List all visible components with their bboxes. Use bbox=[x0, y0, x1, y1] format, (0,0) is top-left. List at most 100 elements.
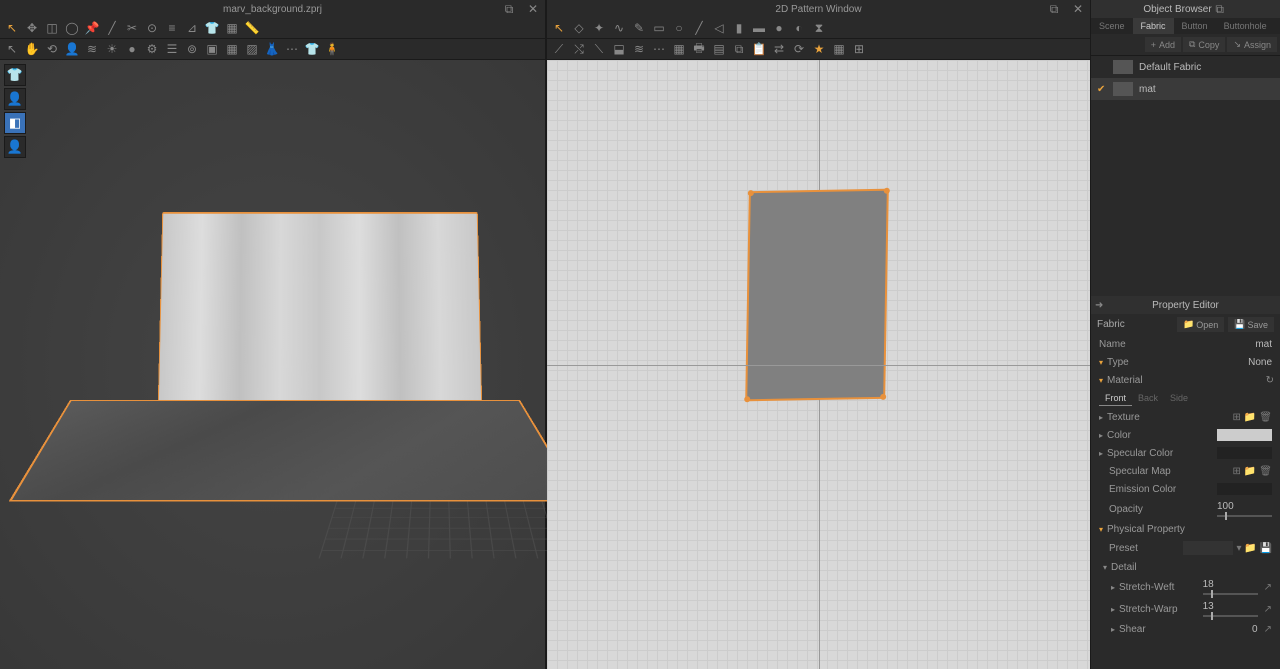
color-row[interactable]: Color bbox=[1091, 426, 1280, 444]
grid-icon[interactable]: ⊞ bbox=[1232, 466, 1240, 477]
key-icon[interactable]: ↗ bbox=[1264, 624, 1272, 635]
grid-icon[interactable]: ▦ bbox=[831, 41, 847, 57]
select-icon[interactable]: ↖ bbox=[551, 20, 567, 36]
folder-icon[interactable]: 📁 bbox=[1244, 466, 1256, 477]
rotate90-icon[interactable]: ⟳ bbox=[791, 41, 807, 57]
snap-icon[interactable]: ⊞ bbox=[851, 41, 867, 57]
stretch-weft-row[interactable]: Stretch-Weft 18 ↗ bbox=[1091, 576, 1280, 598]
move-icon[interactable]: ✥ bbox=[24, 20, 40, 36]
arrangement-tool-icon[interactable]: ◧ bbox=[4, 112, 26, 134]
circle-icon[interactable]: ○ bbox=[671, 20, 687, 36]
cloth-floor[interactable] bbox=[9, 400, 582, 502]
symmetry-icon[interactable]: ⧗ bbox=[811, 20, 827, 36]
trash-icon[interactable]: 🗑 bbox=[1259, 466, 1272, 477]
hair-icon[interactable]: ☀ bbox=[104, 41, 120, 57]
add-button[interactable]: +Add bbox=[1145, 37, 1181, 52]
layer-icon[interactable]: ▦ bbox=[224, 20, 240, 36]
stretch-warp-value[interactable]: 13 bbox=[1203, 601, 1214, 612]
pattern-piece[interactable] bbox=[745, 189, 889, 402]
texture-icon[interactable]: ▨ bbox=[244, 41, 260, 57]
tack-icon[interactable]: ⊙ bbox=[144, 20, 160, 36]
shirt-tool-icon[interactable]: 👕 bbox=[4, 64, 26, 86]
shear-value[interactable]: 0 bbox=[1252, 624, 1258, 635]
segment-sew-icon[interactable]: ⟍ bbox=[591, 41, 607, 57]
measure-icon[interactable]: 📏 bbox=[244, 20, 260, 36]
arrow-icon[interactable]: ↖ bbox=[4, 41, 20, 57]
dress-icon[interactable]: 👗 bbox=[264, 41, 280, 57]
rotate-icon[interactable]: ⟲ bbox=[44, 41, 60, 57]
grid-icon[interactable]: ⊞ bbox=[1232, 412, 1240, 423]
print-icon[interactable]: 🖶 bbox=[691, 41, 707, 57]
tab-side[interactable]: Side bbox=[1164, 391, 1194, 406]
key-icon[interactable]: ↗ bbox=[1264, 604, 1272, 615]
tab-scene[interactable]: Scene bbox=[1091, 18, 1133, 34]
list-item[interactable]: ✔ mat bbox=[1091, 78, 1280, 100]
curve-icon[interactable]: ∿ bbox=[611, 20, 627, 36]
canvas-2d[interactable] bbox=[547, 60, 1090, 669]
render-icon[interactable]: ▣ bbox=[204, 41, 220, 57]
tape-icon[interactable]: ≡ bbox=[164, 20, 180, 36]
cloth-backdrop[interactable] bbox=[158, 212, 483, 411]
pen-icon[interactable]: ✎ bbox=[631, 20, 647, 36]
wind-icon[interactable]: ≋ bbox=[84, 41, 100, 57]
arrange-icon[interactable]: ▤ bbox=[711, 41, 727, 57]
iron-icon[interactable]: ⬓ bbox=[611, 41, 627, 57]
stretch-warp-row[interactable]: Stretch-Warp 13 ↗ bbox=[1091, 598, 1280, 620]
internal-line-icon[interactable]: ╱ bbox=[691, 20, 707, 36]
stretch-weft-value[interactable]: 18 bbox=[1203, 579, 1214, 590]
trash-icon[interactable]: 🗑 bbox=[1259, 412, 1272, 423]
fabric-icon[interactable]: ▦ bbox=[671, 41, 687, 57]
body-icon[interactable]: 🧍 bbox=[324, 41, 340, 57]
emission-color-swatch[interactable] bbox=[1217, 483, 1272, 495]
vertex-point[interactable] bbox=[748, 190, 754, 196]
fill-icon[interactable]: ● bbox=[771, 20, 787, 36]
skin-tool-icon[interactable]: 👤 bbox=[4, 136, 26, 158]
copy-button[interactable]: ⧉Copy bbox=[1183, 37, 1225, 52]
vertex-point[interactable] bbox=[880, 394, 886, 400]
list-item[interactable]: Default Fabric bbox=[1091, 56, 1280, 78]
physical-property-section[interactable]: Physical Property bbox=[1091, 520, 1280, 538]
opacity-slider[interactable] bbox=[1217, 515, 1272, 517]
edit-point-icon[interactable]: ◇ bbox=[571, 20, 587, 36]
hand-icon[interactable]: ✋ bbox=[24, 41, 40, 57]
window-close-icon[interactable]: ✕ bbox=[525, 1, 541, 17]
bars-icon[interactable]: ☰ bbox=[164, 41, 180, 57]
material-section[interactable]: Material ↻ bbox=[1091, 371, 1280, 389]
arrow-right-icon[interactable]: ➜ bbox=[1095, 300, 1103, 311]
copy-icon[interactable]: ⧉ bbox=[731, 41, 747, 57]
topstitch-icon[interactable]: ⋯ bbox=[651, 41, 667, 57]
steam-icon[interactable]: ≋ bbox=[631, 41, 647, 57]
type-row[interactable]: Type None bbox=[1091, 353, 1280, 371]
sync-icon[interactable]: ★ bbox=[811, 41, 827, 57]
mesh-icon[interactable]: ▦ bbox=[224, 41, 240, 57]
sphere-icon[interactable]: ● bbox=[124, 41, 140, 57]
trace-icon[interactable]: ◐ bbox=[791, 20, 807, 36]
cut-icon[interactable]: ✂ bbox=[124, 20, 140, 36]
panel-menu-icon[interactable]: ⧉ bbox=[1212, 1, 1228, 17]
window-pop-icon[interactable]: ⧉ bbox=[501, 1, 517, 17]
window-close-icon[interactable]: ✕ bbox=[1070, 1, 1086, 17]
name-value[interactable]: mat bbox=[1255, 339, 1272, 350]
specular-color-row[interactable]: Specular Color bbox=[1091, 444, 1280, 462]
pin-icon[interactable]: 📌 bbox=[84, 20, 100, 36]
stretch-weft-slider[interactable] bbox=[1203, 593, 1258, 595]
opacity-value[interactable]: 100 bbox=[1217, 501, 1234, 512]
cursor-icon[interactable]: ↖ bbox=[4, 20, 20, 36]
texture-row[interactable]: Texture ⊞📁🗑 bbox=[1091, 408, 1280, 426]
tab-buttonhole[interactable]: Buttonhole bbox=[1216, 18, 1275, 34]
dart-icon[interactable]: ◁ bbox=[711, 20, 727, 36]
shirt-icon[interactable]: 👕 bbox=[204, 20, 220, 36]
flip-icon[interactable]: ⇄ bbox=[771, 41, 787, 57]
refresh-icon[interactable]: ↻ bbox=[1266, 375, 1274, 386]
window-pop-icon[interactable]: ⧉ bbox=[1046, 1, 1062, 17]
avatar-icon[interactable]: 👤 bbox=[64, 41, 80, 57]
preset-dropdown[interactable] bbox=[1183, 541, 1233, 555]
specular-color-swatch[interactable] bbox=[1217, 447, 1272, 459]
canvas-3d[interactable]: 👕 👤 ◧ 👤 bbox=[0, 60, 545, 669]
paste-icon[interactable]: 📋 bbox=[751, 41, 767, 57]
rectangle-icon[interactable]: ▭ bbox=[651, 20, 667, 36]
lasso-icon[interactable]: ◯ bbox=[64, 20, 80, 36]
key-icon[interactable]: ↗ bbox=[1264, 582, 1272, 593]
assign-button[interactable]: ↘Assign bbox=[1227, 37, 1277, 52]
tab-back[interactable]: Back bbox=[1132, 391, 1164, 406]
